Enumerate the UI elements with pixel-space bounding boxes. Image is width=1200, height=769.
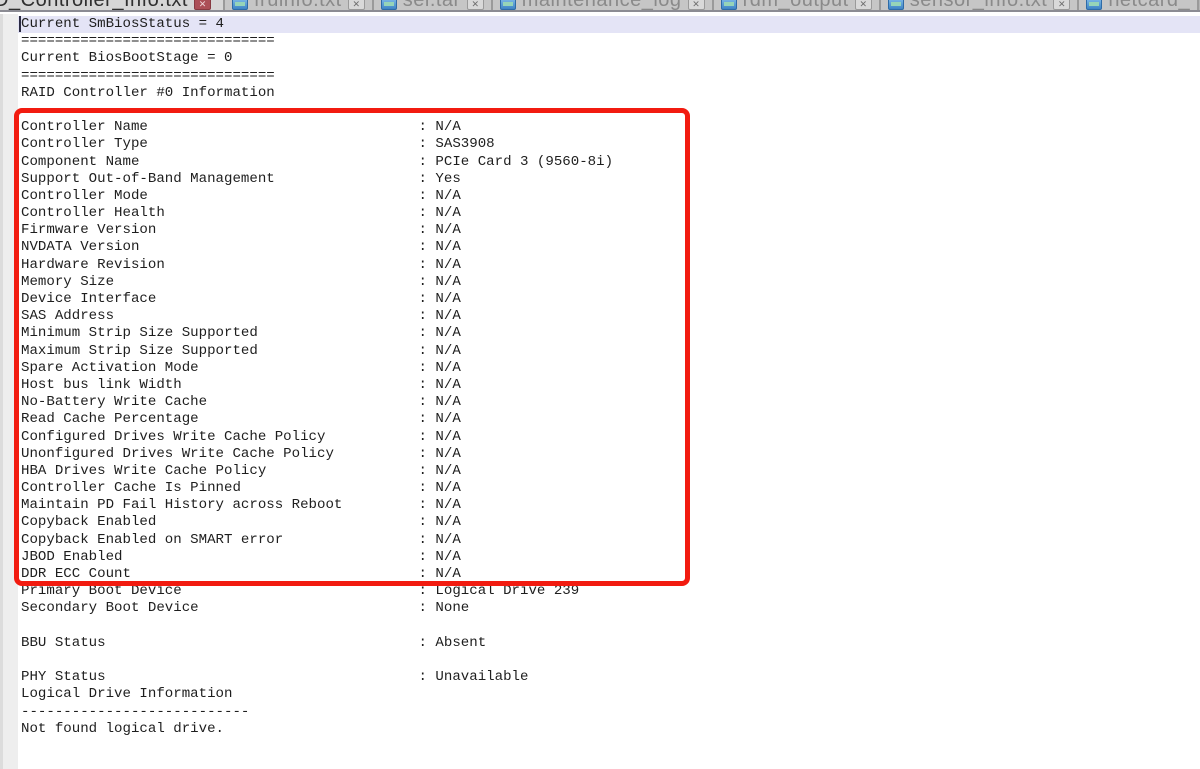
editor-line[interactable]: Device Interface : N/A xyxy=(18,291,1200,308)
editor-line[interactable]: HBA Drives Write Cache Policy : N/A xyxy=(18,463,1200,480)
editor-line[interactable]: Hardware Revision : N/A xyxy=(18,257,1200,274)
close-icon[interactable]: ✕ xyxy=(1053,0,1070,10)
editor-line[interactable]: Host bus link Width : N/A xyxy=(18,377,1200,394)
editor-line[interactable]: DDR ECC Count : N/A xyxy=(18,566,1200,583)
editor-line[interactable]: Spare Activation Mode : N/A xyxy=(18,360,1200,377)
editor-line[interactable]: Configured Drives Write Cache Policy : N… xyxy=(18,429,1200,446)
tab-label: fruinfo.txt xyxy=(254,0,342,10)
editor-line[interactable]: Read Cache Percentage : N/A xyxy=(18,411,1200,428)
file-icon xyxy=(381,0,397,10)
editor-line[interactable]: SAS Address : N/A xyxy=(18,308,1200,325)
editor-line[interactable]: Current SmBiosStatus = 4 xyxy=(18,16,1200,33)
tab-label: maintenance_log xyxy=(522,0,682,10)
file-content: Current SmBiosStatus = 4================… xyxy=(18,16,1200,738)
file-icon xyxy=(721,0,737,10)
editor-line[interactable]: PHY Status : Unavailable xyxy=(18,669,1200,686)
file-icon xyxy=(1086,0,1102,10)
editor-line[interactable]: Not found logical drive. xyxy=(18,721,1200,738)
tab-id-controller-info[interactable]: ID_Controller_Info.txt ✕ xyxy=(0,0,225,10)
editor-line[interactable]: Memory Size : N/A xyxy=(18,274,1200,291)
tab-maintenance-log[interactable]: maintenance_log ✕ xyxy=(493,0,714,10)
tab-fruinfo[interactable]: fruinfo.txt ✕ xyxy=(225,0,374,10)
editor-line[interactable]: Maximum Strip Size Supported : N/A xyxy=(18,343,1200,360)
editor-line[interactable] xyxy=(18,618,1200,635)
file-icon xyxy=(500,0,516,10)
tab-bar: ID_Controller_Info.txt ✕ fruinfo.txt ✕ s… xyxy=(0,0,1200,12)
close-icon[interactable]: ✕ xyxy=(348,0,365,10)
close-icon[interactable]: ✕ xyxy=(688,0,705,10)
notepad-window: ID_Controller_Info.txt ✕ fruinfo.txt ✕ s… xyxy=(0,0,1200,769)
editor-line[interactable]: NVDATA Version : N/A xyxy=(18,239,1200,256)
editor-line[interactable]: ============================== xyxy=(18,68,1200,85)
editor-line[interactable]: Current BiosBootStage = 0 xyxy=(18,50,1200,67)
editor-line[interactable]: Minimum Strip Size Supported : N/A xyxy=(18,325,1200,342)
tab-label: sensor_info.txt xyxy=(910,0,1048,10)
editor-line[interactable]: Controller Name : N/A xyxy=(18,119,1200,136)
tab-rdm-output[interactable]: rdm_output ✕ xyxy=(714,0,881,10)
text-caret xyxy=(19,16,21,32)
editor-line[interactable]: Controller Health : N/A xyxy=(18,205,1200,222)
editor-line[interactable]: Controller Cache Is Pinned : N/A xyxy=(18,480,1200,497)
tab-netcard[interactable]: netcard_ xyxy=(1079,0,1199,10)
editor-line[interactable]: Firmware Version : N/A xyxy=(18,222,1200,239)
editor-line[interactable]: Controller Type : SAS3908 xyxy=(18,136,1200,153)
editor-line[interactable]: Unonfigured Drives Write Cache Policy : … xyxy=(18,446,1200,463)
close-icon[interactable]: ✕ xyxy=(467,0,484,10)
file-icon xyxy=(888,0,904,10)
editor-line[interactable]: Support Out-of-Band Management : Yes xyxy=(18,171,1200,188)
tab-label: ID_Controller_Info.txt xyxy=(0,0,188,10)
close-icon[interactable]: ✕ xyxy=(194,0,211,10)
editor-line[interactable]: RAID Controller #0 Information xyxy=(18,85,1200,102)
editor-line[interactable]: Maintain PD Fail History across Reboot :… xyxy=(18,497,1200,514)
editor-line[interactable]: BBU Status : Absent xyxy=(18,635,1200,652)
tab-label: rdm_output xyxy=(743,0,849,10)
editor-line[interactable]: Secondary Boot Device : None xyxy=(18,600,1200,617)
text-editor[interactable]: Current SmBiosStatus = 4================… xyxy=(0,14,1200,769)
file-icon xyxy=(232,0,248,10)
tab-sensor-info[interactable]: sensor_info.txt ✕ xyxy=(881,0,1080,10)
editor-line[interactable]: ============================== xyxy=(18,33,1200,50)
tab-sel-tar[interactable]: sel.tar ✕ xyxy=(374,0,493,10)
editor-line[interactable]: Copyback Enabled : N/A xyxy=(18,514,1200,531)
tab-label: netcard_ xyxy=(1108,0,1190,10)
tab-label: sel.tar xyxy=(403,0,461,10)
editor-line[interactable]: Component Name : PCIe Card 3 (9560-8i) xyxy=(18,154,1200,171)
editor-line[interactable]: No-Battery Write Cache : N/A xyxy=(18,394,1200,411)
editor-line[interactable]: Copyback Enabled on SMART error : N/A xyxy=(18,532,1200,549)
editor-margin xyxy=(0,14,18,769)
editor-line[interactable]: Logical Drive Information xyxy=(18,686,1200,703)
close-icon[interactable]: ✕ xyxy=(855,0,872,10)
editor-line[interactable]: --------------------------- xyxy=(18,704,1200,721)
editor-line[interactable] xyxy=(18,652,1200,669)
editor-line[interactable] xyxy=(18,102,1200,119)
editor-line[interactable]: JBOD Enabled : N/A xyxy=(18,549,1200,566)
editor-line[interactable]: Primary Boot Device : Logical Drive 239 xyxy=(18,583,1200,600)
editor-line[interactable]: Controller Mode : N/A xyxy=(18,188,1200,205)
